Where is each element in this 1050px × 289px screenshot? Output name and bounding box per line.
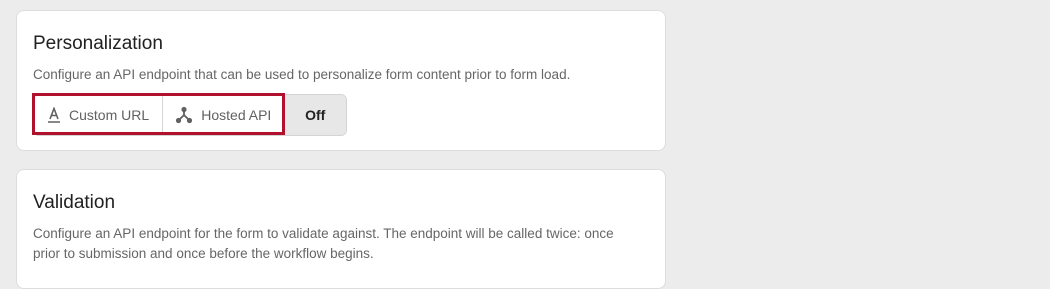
personalization-card: Personalization Configure an API endpoin…	[16, 10, 666, 151]
validation-description: Configure an API endpoint for the form t…	[33, 226, 614, 261]
hosted-api-option[interactable]: Hosted API	[163, 95, 285, 135]
custom-url-option[interactable]: Custom URL	[34, 95, 164, 135]
off-option[interactable]: Off	[284, 95, 346, 135]
hosted-api-label: Hosted API	[201, 107, 272, 123]
off-label: Off	[305, 107, 326, 123]
personalization-mode-toggle: Custom URL Hosted API Off	[33, 94, 347, 136]
validation-title: Validation	[33, 192, 116, 213]
validation-card: Validation Configure an API endpoint for…	[16, 169, 666, 289]
personalization-title: Personalization	[33, 33, 163, 54]
personalization-description: Configure an API endpoint that can be us…	[33, 67, 571, 82]
custom-url-label: Custom URL	[69, 107, 150, 123]
api-icon	[175, 106, 193, 124]
text-format-icon	[47, 107, 61, 123]
